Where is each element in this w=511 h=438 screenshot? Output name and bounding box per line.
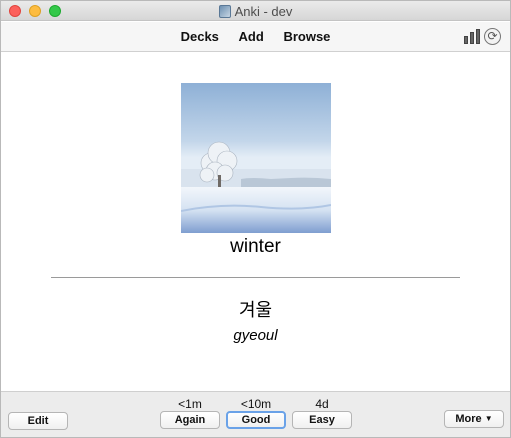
card-back-text: 겨울 [238,300,273,320]
bar-chart-icon[interactable] [464,28,480,44]
good-button[interactable]: Good [226,411,286,429]
decks-link[interactable]: Decks [181,29,219,44]
more-button[interactable]: More ▼ [444,410,504,428]
sync-icon[interactable]: ⟳ [484,28,501,45]
anki-app-icon [218,5,231,18]
window-title-container: Anki - dev [1,4,510,19]
toolbar-nav: Decks Add Browse [1,29,510,44]
answer-divider [51,277,460,278]
anki-window: Anki - dev Decks Add Browse ⟳ winter 겨울 … [0,0,511,438]
card-image [181,83,331,233]
toolbar-icons: ⟳ [464,28,501,45]
chevron-down-icon: ▼ [484,414,493,423]
card-front-text: winter [230,236,281,257]
good-interval: <10m [240,397,272,411]
browse-link[interactable]: Browse [283,29,330,44]
easy-button[interactable]: Easy [292,411,352,429]
card-romanization: gyeoul [233,327,278,344]
edit-button[interactable]: Edit [8,412,68,430]
title-bar[interactable]: Anki - dev [1,1,510,21]
reviewer-bottom-bar: Edit <1m Again <10m Good 4d Easy More ▼ [1,391,510,437]
more-button-label: More [455,413,482,425]
again-button[interactable]: Again [160,411,220,429]
card-content: winter 겨울 gyeoul [1,53,510,391]
add-link[interactable]: Add [239,29,264,44]
easy-interval: 4d [315,397,329,411]
again-interval: <1m [178,397,202,411]
main-toolbar: Decks Add Browse ⟳ [1,22,510,52]
window-title: Anki - dev [234,4,293,19]
